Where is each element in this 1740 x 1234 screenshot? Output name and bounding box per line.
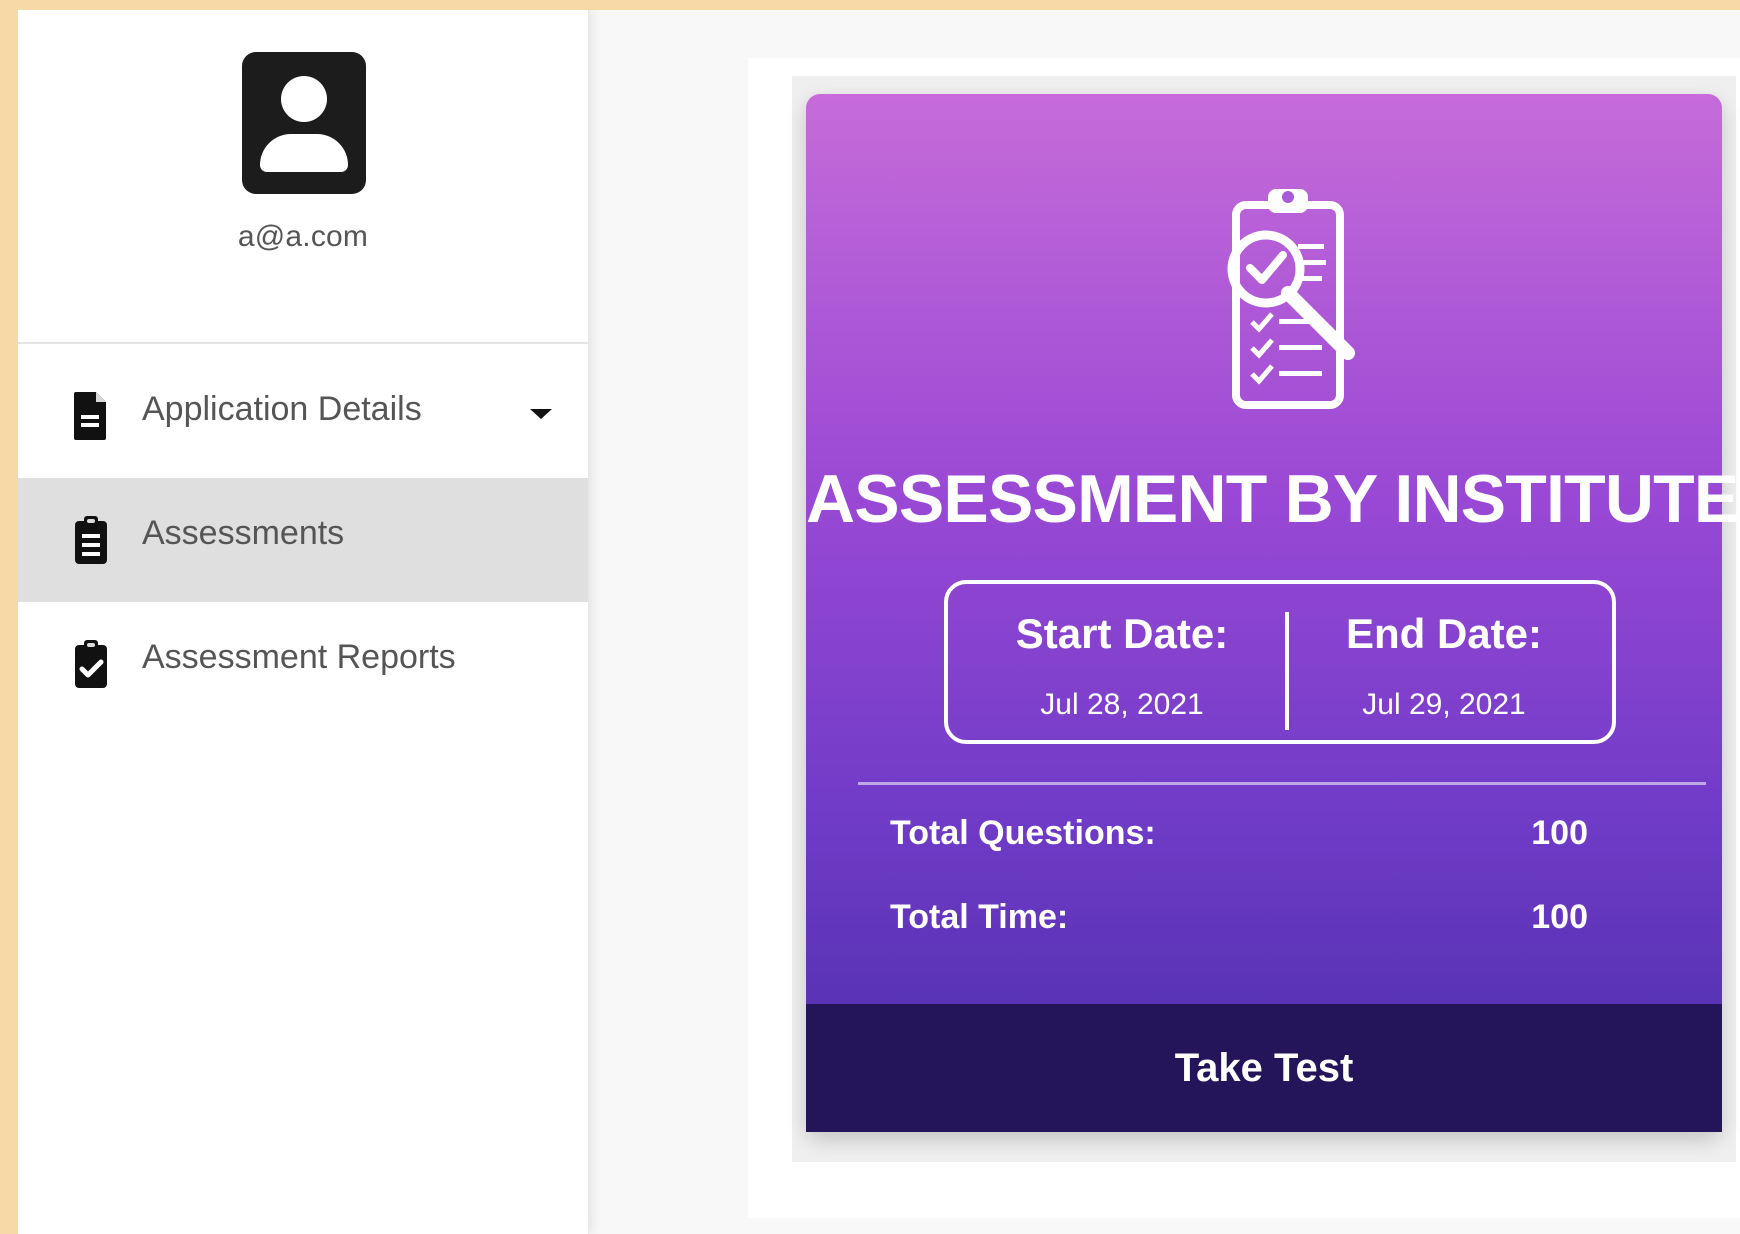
clipboard-magnifier-icon: [1227, 189, 1355, 409]
chevron-down-icon[interactable]: [526, 402, 556, 426]
total-questions-label: Total Questions:: [890, 814, 1156, 852]
take-test-button[interactable]: Take Test: [806, 1004, 1722, 1132]
avatar-body-icon: [260, 134, 348, 172]
end-date-column: End Date: Jul 29, 2021: [1294, 610, 1594, 722]
sidebar-item-label: Assessments: [142, 514, 345, 552]
total-questions-value: 100: [1531, 814, 1588, 852]
clipboard-check-icon: [75, 640, 107, 688]
profile-email: a@a.com: [237, 220, 369, 253]
document-icon: [74, 392, 106, 440]
date-range-box: Start Date: Jul 28, 2021 End Date: Jul 2…: [944, 580, 1616, 744]
sidebar-item-label: Assessment Reports: [142, 638, 456, 676]
start-date-value: Jul 28, 2021: [1040, 688, 1204, 721]
profile-section: a@a.com: [18, 10, 588, 344]
assessment-title: ASSESSMENT BY INSTITUTE: [806, 461, 1739, 537]
sidebar: a@a.com Application Details Assessments …: [18, 10, 589, 1234]
sidebar-item-application-details[interactable]: Application Details: [18, 354, 588, 478]
total-time-label: Total Time:: [890, 898, 1069, 936]
user-avatar: [242, 52, 366, 194]
end-date-value: Jul 29, 2021: [1362, 688, 1526, 721]
avatar-head-icon: [281, 76, 327, 122]
sidebar-item-assessments[interactable]: Assessments: [18, 478, 588, 602]
total-time-value: 100: [1531, 898, 1588, 936]
start-date-column: Start Date: Jul 28, 2021: [972, 610, 1272, 722]
sidebar-item-label: Application Details: [142, 390, 422, 428]
sidebar-item-assessment-reports[interactable]: Assessment Reports: [18, 602, 588, 726]
card-divider: [858, 782, 1706, 785]
date-divider: [1285, 612, 1289, 730]
start-date-label: Start Date:: [1015, 610, 1229, 657]
clipboard-list-icon: [75, 516, 107, 564]
end-date-label: End Date:: [1345, 610, 1542, 657]
